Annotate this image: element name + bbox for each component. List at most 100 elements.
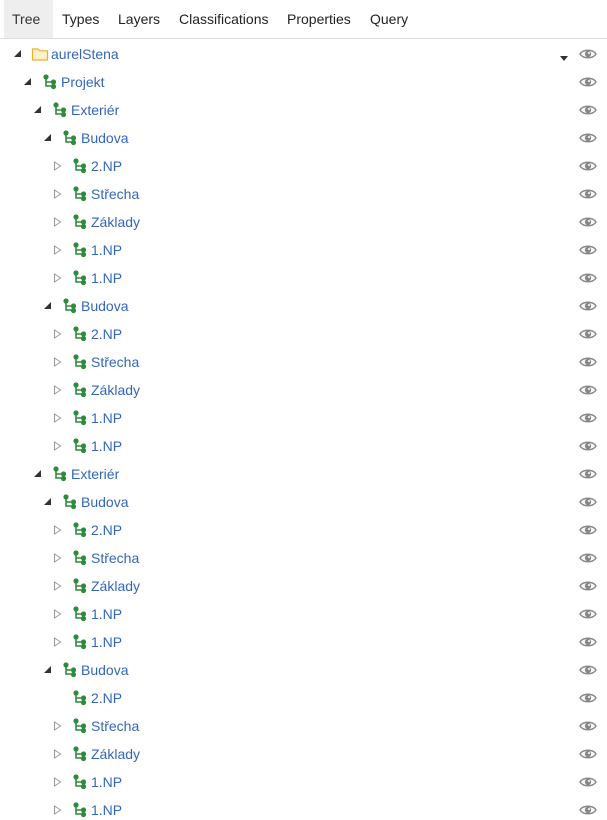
visibility-eye-icon[interactable]	[579, 606, 597, 622]
visibility-eye-icon[interactable]	[579, 382, 597, 398]
collapse-toggle-icon[interactable]	[52, 432, 64, 460]
tree-row[interactable]: Budova	[0, 488, 607, 516]
tab-query[interactable]: Query	[362, 0, 418, 38]
visibility-eye-icon[interactable]	[579, 466, 597, 482]
visibility-eye-icon[interactable]	[579, 354, 597, 370]
tree-row[interactable]: Budova	[0, 656, 607, 684]
tree-row[interactable]: Exteriér	[0, 96, 607, 124]
visibility-eye-icon[interactable]	[579, 270, 597, 286]
tab-types[interactable]: Types	[54, 0, 110, 38]
tree-node-label[interactable]: 1.NP	[91, 628, 122, 656]
collapse-toggle-icon[interactable]	[52, 208, 64, 236]
collapse-toggle-icon[interactable]	[52, 236, 64, 264]
tree-node-label[interactable]: 1.NP	[91, 404, 122, 432]
tree-node-label[interactable]: Projekt	[61, 68, 105, 96]
collapse-toggle-icon[interactable]	[52, 376, 64, 404]
tree-row[interactable]: Střecha	[0, 712, 607, 740]
visibility-eye-icon[interactable]	[579, 298, 597, 314]
tree-row[interactable]: 1.NP	[0, 600, 607, 628]
tree-node-label[interactable]: Základy	[91, 572, 140, 600]
visibility-eye-icon[interactable]	[579, 102, 597, 118]
visibility-eye-icon[interactable]	[579, 718, 597, 734]
visibility-eye-icon[interactable]	[579, 242, 597, 258]
visibility-eye-icon[interactable]	[579, 634, 597, 650]
tree-node-label[interactable]: 1.NP	[91, 236, 122, 264]
visibility-eye-icon[interactable]	[579, 130, 597, 146]
tree-row[interactable]: Základy	[0, 208, 607, 236]
tab-tree[interactable]: Tree	[4, 0, 53, 38]
tree-node-label[interactable]: 2.NP	[91, 320, 122, 348]
tree-row[interactable]: 2.NP	[0, 152, 607, 180]
collapse-toggle-icon[interactable]	[52, 740, 64, 768]
tree-row[interactable]: Základy	[0, 740, 607, 768]
tree-node-label[interactable]: 1.NP	[91, 264, 122, 292]
tree-node-label[interactable]: 2.NP	[91, 516, 122, 544]
visibility-eye-icon[interactable]	[579, 410, 597, 426]
tree-row[interactable]: Základy	[0, 376, 607, 404]
tree-row[interactable]: Budova	[0, 292, 607, 320]
visibility-eye-icon[interactable]	[579, 522, 597, 538]
tree-node-label[interactable]: 2.NP	[91, 684, 122, 712]
tree-row[interactable]: 1.NP	[0, 432, 607, 460]
tree-node-label[interactable]: Základy	[91, 208, 140, 236]
tree-node-label[interactable]: 1.NP	[91, 432, 122, 460]
collapse-toggle-icon[interactable]	[52, 348, 64, 376]
tree-row[interactable]: 2.NP	[0, 684, 607, 712]
tree-row[interactable]: Střecha	[0, 544, 607, 572]
tree-node-label[interactable]: 1.NP	[91, 796, 122, 820]
tree-row[interactable]: Projekt	[0, 68, 607, 96]
tree-node-label[interactable]: Střecha	[91, 348, 139, 376]
tree-node-label[interactable]: Budova	[81, 292, 128, 320]
visibility-eye-icon[interactable]	[579, 326, 597, 342]
visibility-eye-icon[interactable]	[579, 802, 597, 818]
tree-node-label[interactable]: Střecha	[91, 544, 139, 572]
collapse-toggle-icon[interactable]	[52, 264, 64, 292]
expand-toggle-icon[interactable]	[22, 68, 34, 96]
visibility-eye-icon[interactable]	[579, 186, 597, 202]
tree-row[interactable]: 1.NP	[0, 768, 607, 796]
tab-classifications[interactable]: Classifications	[171, 0, 279, 38]
collapse-toggle-icon[interactable]	[52, 600, 64, 628]
visibility-eye-icon[interactable]	[579, 774, 597, 790]
tree-node-label[interactable]: 1.NP	[91, 768, 122, 796]
collapse-toggle-icon[interactable]	[52, 180, 64, 208]
tree-row[interactable]: 2.NP	[0, 320, 607, 348]
expand-toggle-icon[interactable]	[12, 40, 24, 68]
visibility-eye-icon[interactable]	[579, 746, 597, 762]
visibility-eye-icon[interactable]	[579, 690, 597, 706]
tree-node-label[interactable]: 2.NP	[91, 152, 122, 180]
expand-toggle-icon[interactable]	[32, 96, 44, 124]
tree-node-label[interactable]: Základy	[91, 376, 140, 404]
tree-node-label[interactable]: Střecha	[91, 712, 139, 740]
visibility-eye-icon[interactable]	[579, 214, 597, 230]
visibility-eye-icon[interactable]	[579, 46, 597, 62]
tree-node-label[interactable]: Budova	[81, 124, 128, 152]
visibility-eye-icon[interactable]	[579, 662, 597, 678]
tab-properties[interactable]: Properties	[279, 0, 362, 38]
chevron-down-icon[interactable]	[559, 50, 569, 61]
tree-row[interactable]: Základy	[0, 572, 607, 600]
expand-toggle-icon[interactable]	[42, 124, 54, 152]
collapse-toggle-icon[interactable]	[52, 572, 64, 600]
collapse-toggle-icon[interactable]	[52, 544, 64, 572]
collapse-toggle-icon[interactable]	[52, 796, 64, 820]
tree-node-label[interactable]: Exteriér	[71, 460, 119, 488]
tree-row[interactable]: 2.NP	[0, 516, 607, 544]
collapse-toggle-icon[interactable]	[52, 712, 64, 740]
tree-row[interactable]: Budova	[0, 124, 607, 152]
tree-node-label[interactable]: aurelStena	[51, 40, 119, 68]
tree-row[interactable]: 1.NP	[0, 796, 607, 820]
visibility-eye-icon[interactable]	[579, 550, 597, 566]
tree-node-label[interactable]: Střecha	[91, 180, 139, 208]
tree-row[interactable]: 1.NP	[0, 236, 607, 264]
tree-row[interactable]: 1.NP	[0, 264, 607, 292]
expand-toggle-icon[interactable]	[32, 460, 44, 488]
collapse-toggle-icon[interactable]	[52, 516, 64, 544]
visibility-eye-icon[interactable]	[579, 438, 597, 454]
visibility-eye-icon[interactable]	[579, 494, 597, 510]
tree-node-label[interactable]: 1.NP	[91, 600, 122, 628]
tree-row[interactable]: Střecha	[0, 180, 607, 208]
visibility-eye-icon[interactable]	[579, 74, 597, 90]
collapse-toggle-icon[interactable]	[52, 320, 64, 348]
expand-toggle-icon[interactable]	[42, 488, 54, 516]
